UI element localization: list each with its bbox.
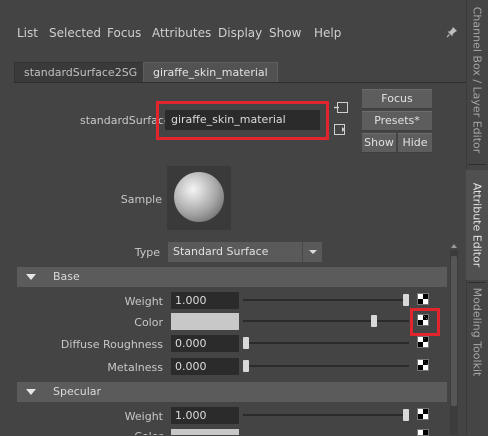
base-weight-field[interactable]: 1.000: [171, 292, 239, 309]
dropdown-arrow-icon[interactable]: [302, 242, 323, 262]
side-tab-modeling-toolkit-label: Modeling Toolkit: [470, 287, 484, 377]
tab-standardsurface2sg[interactable]: standardSurface2SG: [14, 62, 148, 82]
map-texture-icon[interactable]: [417, 359, 429, 371]
base-weight-label: Weight: [124, 295, 163, 308]
input-connection-icon[interactable]: [334, 101, 348, 114]
side-tab-attribute-editor-label: Attribute Editor: [470, 182, 484, 268]
menu-focus[interactable]: Focus: [107, 26, 141, 40]
diffuse-roughness-label: Diffuse Roughness: [60, 338, 163, 351]
specular-color-label: Color: [60, 431, 163, 435]
map-texture-icon[interactable]: [417, 408, 429, 420]
scrollbar-thumb[interactable]: [451, 256, 457, 406]
name-field-highlight: [156, 101, 329, 140]
node-tabs: standardSurface2SG giraffe_skin_material: [14, 62, 466, 83]
diffuse-roughness-slider-handle[interactable]: [243, 337, 249, 349]
section-title-specular: Specular: [53, 385, 102, 398]
side-tab-attribute-editor[interactable]: Attribute Editor: [466, 170, 488, 280]
sample-label: Sample: [120, 193, 162, 206]
menu-display[interactable]: Display: [218, 26, 262, 40]
metalness-slider-handle[interactable]: [243, 360, 249, 372]
menu-show[interactable]: Show: [269, 26, 301, 40]
base-weight-slider[interactable]: [243, 299, 409, 301]
type-label: Type: [134, 246, 160, 259]
section-header-specular[interactable]: Specular: [17, 382, 447, 402]
scroll-up-arrow-icon[interactable]: [450, 242, 458, 250]
map-texture-icon[interactable]: [417, 336, 429, 348]
section-title-base: Base: [53, 270, 80, 283]
node-type-label: standardSurface:: [80, 114, 175, 127]
specular-weight-field[interactable]: 1.000: [171, 407, 239, 424]
base-color-swatch[interactable]: [171, 313, 239, 330]
specular-weight-label: Weight: [124, 410, 163, 423]
base-color-label: Color: [134, 316, 163, 329]
side-tab-channel-box-label: Channel Box / Layer Editor: [470, 6, 484, 154]
side-tab-channel-box[interactable]: Channel Box / Layer Editor: [466, 0, 488, 160]
diffuse-roughness-slider[interactable]: [243, 342, 409, 344]
specular-weight-slider-handle[interactable]: [403, 409, 409, 421]
presets-button[interactable]: Presets*: [362, 111, 432, 131]
menu-help[interactable]: Help: [314, 26, 341, 40]
side-tab-divider: [468, 282, 486, 283]
metalness-label: Metalness: [107, 361, 163, 374]
diffuse-roughness-field[interactable]: 0.000: [171, 335, 239, 352]
type-dropdown[interactable]: Standard Surface: [168, 242, 322, 262]
metalness-field[interactable]: 0.000: [171, 358, 239, 375]
collapse-arrow-icon: [26, 389, 36, 395]
tab-giraffe-skin-material[interactable]: giraffe_skin_material: [143, 62, 278, 82]
color-map-highlight: [410, 308, 440, 336]
side-tab-modeling-toolkit[interactable]: Modeling Toolkit: [466, 286, 488, 378]
menu-attributes[interactable]: Attributes: [152, 26, 211, 40]
material-sphere-preview: [174, 172, 224, 222]
specular-color-swatch[interactable]: [171, 429, 239, 435]
base-color-slider[interactable]: [243, 320, 409, 322]
menu-bar: List Selected Focus Attributes Display S…: [0, 0, 466, 62]
show-button[interactable]: Show: [362, 133, 396, 153]
metalness-slider[interactable]: [243, 365, 409, 367]
specular-weight-slider[interactable]: [243, 414, 409, 416]
base-weight-slider-handle[interactable]: [403, 294, 409, 306]
menu-list[interactable]: List: [17, 26, 38, 40]
menu-selected[interactable]: Selected: [49, 26, 101, 40]
focus-button[interactable]: Focus: [362, 89, 432, 109]
hide-button[interactable]: Hide: [398, 133, 432, 153]
output-connection-icon[interactable]: [334, 123, 348, 136]
section-header-base[interactable]: Base: [17, 267, 447, 287]
collapse-arrow-icon: [26, 274, 36, 280]
side-tab-divider: [468, 164, 486, 165]
base-color-slider-handle[interactable]: [371, 315, 377, 327]
map-texture-icon[interactable]: [417, 293, 429, 305]
pin-icon[interactable]: [446, 26, 458, 38]
